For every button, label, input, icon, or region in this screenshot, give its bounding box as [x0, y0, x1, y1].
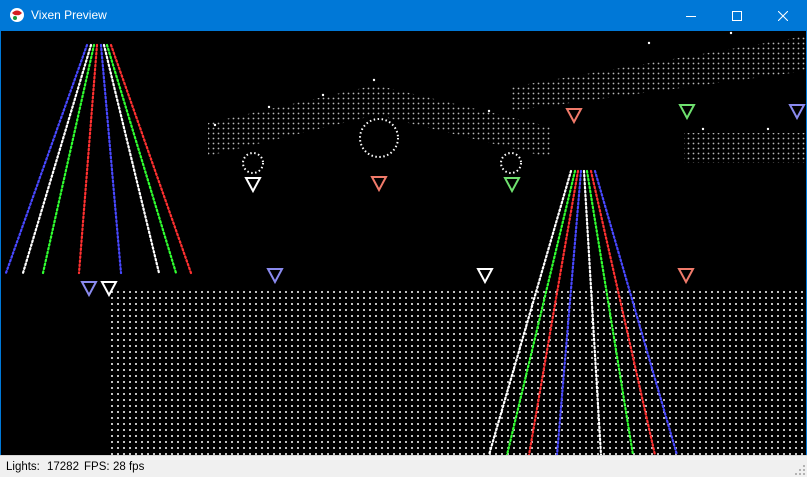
marker-triangle-5: [677, 268, 695, 285]
resize-grip-icon[interactable]: [794, 464, 806, 476]
prop-layer: [111, 31, 806, 455]
close-button[interactable]: [760, 0, 806, 31]
wreath-prop-1: [359, 118, 399, 158]
window-title: Vixen Preview: [31, 8, 107, 22]
left-tree-string-2: [21, 43, 93, 275]
wreath-prop-2: [242, 152, 264, 174]
stray-light-8: [213, 123, 217, 127]
stray-light-1: [372, 78, 376, 82]
marker-triangle-6: [244, 177, 262, 194]
wreath-prop-3: [500, 152, 522, 174]
maximize-button[interactable]: [714, 0, 760, 31]
gutter-band-prop: [684, 133, 806, 163]
minimize-button[interactable]: [668, 0, 714, 31]
stray-light-3: [321, 93, 325, 97]
minimize-icon: [686, 15, 696, 17]
stray-light-7: [766, 127, 770, 131]
marker-triangle-9: [565, 108, 583, 125]
marker-triangle-8: [503, 177, 521, 194]
marker-triangle-4: [476, 268, 494, 285]
status-bar: Lights: 17282 FPS: 28 fps: [0, 455, 807, 477]
stray-light-5: [729, 31, 733, 35]
roofline-arch-prop: [208, 85, 551, 158]
lights-label: Lights:: [6, 461, 40, 473]
marker-triangle-1: [80, 281, 98, 298]
maximize-icon: [732, 10, 742, 21]
stray-light-6: [701, 127, 705, 131]
left-tree-string-1: [4, 43, 89, 275]
preview-canvas[interactable]: [1, 31, 806, 455]
light-display-svg: [4, 31, 806, 455]
title-bar[interactable]: Vixen Preview: [0, 0, 807, 31]
left-tree-string-3: [41, 43, 96, 275]
marker-triangle-11: [788, 104, 806, 121]
upper-roof-prop: [511, 36, 806, 111]
marker-triangle-7: [370, 176, 388, 193]
lights-count: 17282: [47, 461, 79, 473]
stray-light-2: [267, 105, 271, 109]
stray-light-9: [487, 109, 491, 113]
fps-label: FPS:: [84, 461, 110, 473]
marker-triangle-3: [266, 268, 284, 285]
vixen-app-icon: [10, 8, 24, 22]
mega-grid-prop: [111, 287, 806, 455]
stray-light-4: [647, 41, 651, 45]
fps-value: 28 fps: [113, 461, 145, 473]
close-icon: [778, 10, 788, 21]
marker-triangle-10: [678, 104, 696, 121]
